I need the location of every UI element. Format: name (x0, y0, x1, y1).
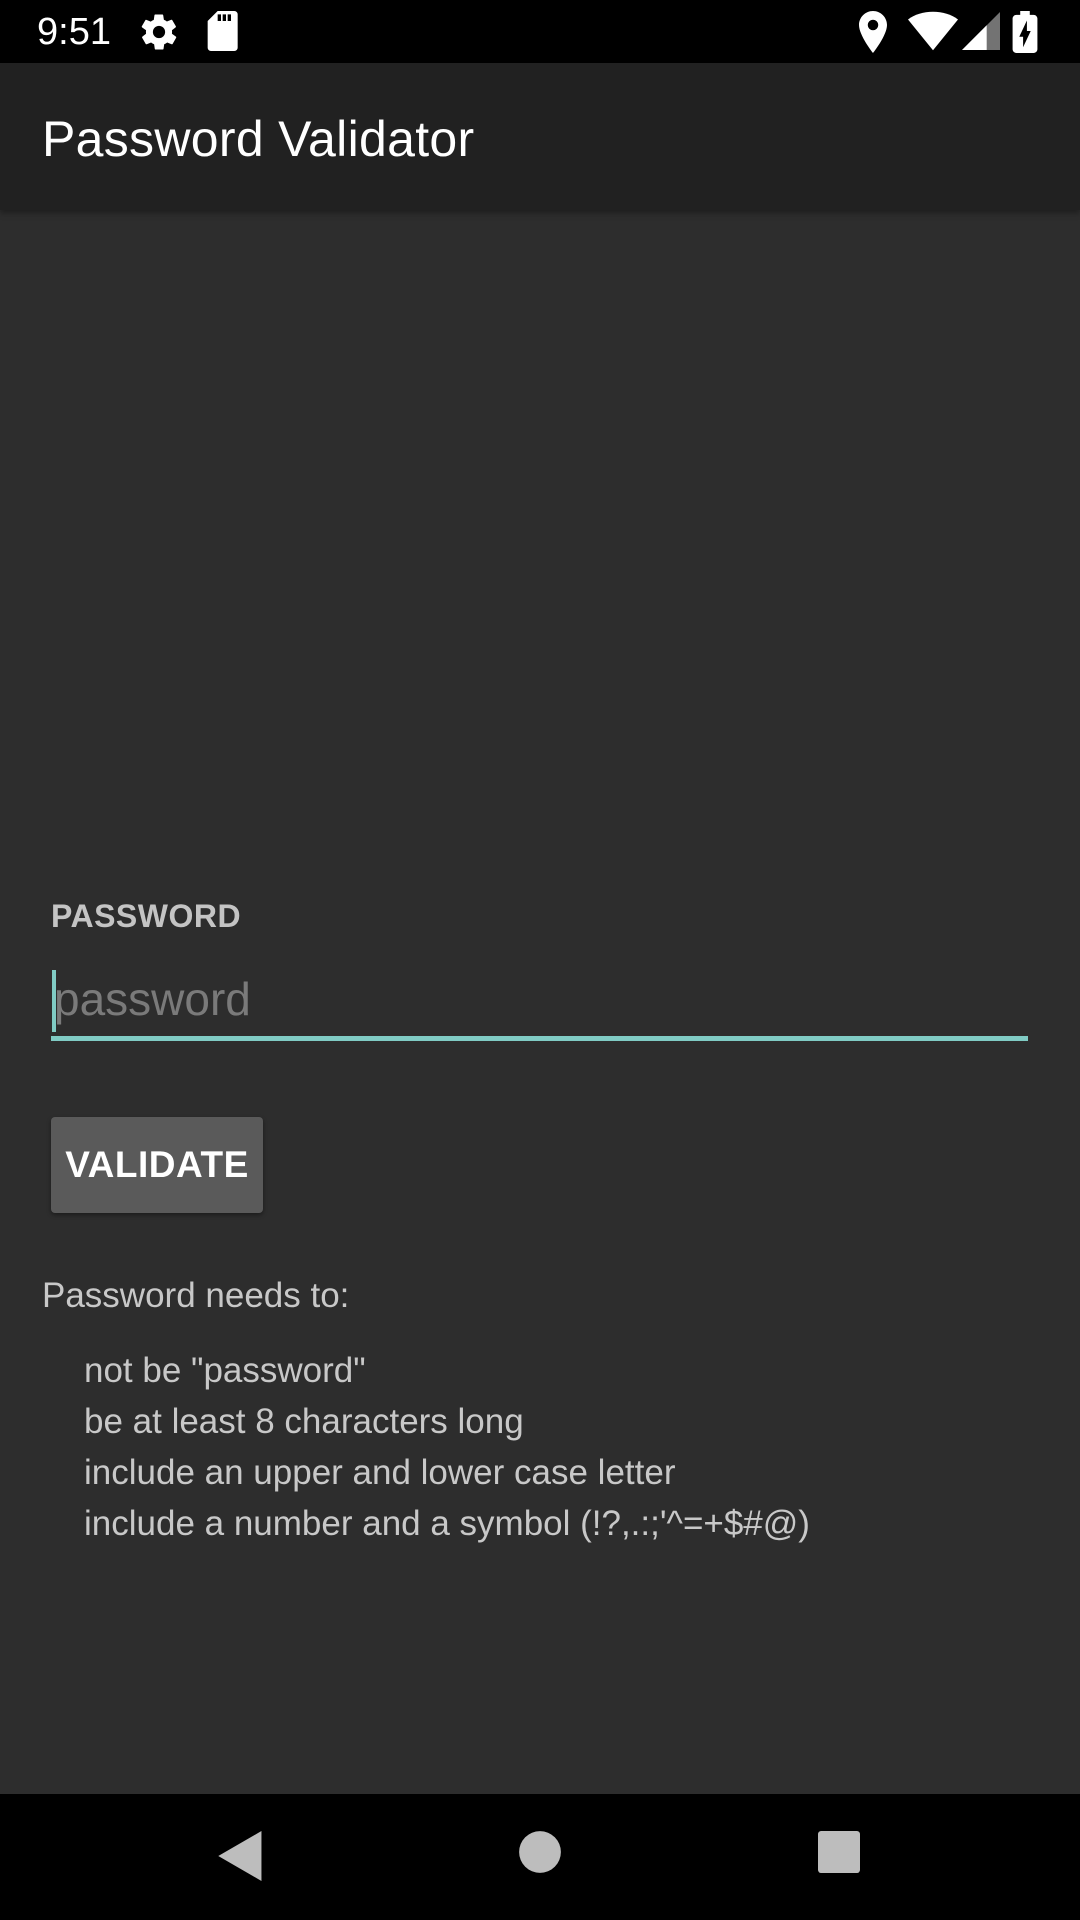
status-bar: 9:51 (0, 0, 1080, 63)
recents-icon[interactable] (818, 1831, 860, 1873)
screen: 9:51 Password Validator PASSWORD VALIDAT… (0, 0, 1080, 1920)
input-underline (51, 1036, 1028, 1041)
list-item: include an upper and lower case letter (84, 1453, 676, 1492)
status-time: 9:51 (37, 11, 111, 53)
back-icon[interactable] (218, 1831, 264, 1881)
home-icon[interactable] (518, 1830, 562, 1874)
navigation-bar (0, 1794, 1080, 1920)
password-field[interactable] (51, 960, 1028, 1041)
password-label: PASSWORD (51, 898, 242, 934)
sd-card-icon (207, 11, 238, 51)
wifi-icon (908, 11, 958, 51)
app-title: Password Validator (42, 111, 475, 167)
text-cursor (52, 970, 56, 1032)
list-item: include a number and a symbol (!?,.:;'^=… (84, 1504, 810, 1543)
app-bar: Password Validator (0, 63, 1080, 210)
signal-icon (962, 12, 1000, 50)
settings-icon (141, 14, 177, 50)
validate-button[interactable]: VALIDATE (51, 1117, 263, 1213)
list-item: not be "password" (84, 1351, 366, 1390)
list-item: be at least 8 characters long (84, 1402, 524, 1441)
password-input[interactable] (51, 960, 1028, 1038)
requirements-list: not be "password" be at least 8 characte… (84, 1345, 810, 1549)
battery-charging-icon (1012, 11, 1038, 53)
requirements-title: Password needs to: (42, 1276, 350, 1315)
location-icon (859, 11, 887, 53)
